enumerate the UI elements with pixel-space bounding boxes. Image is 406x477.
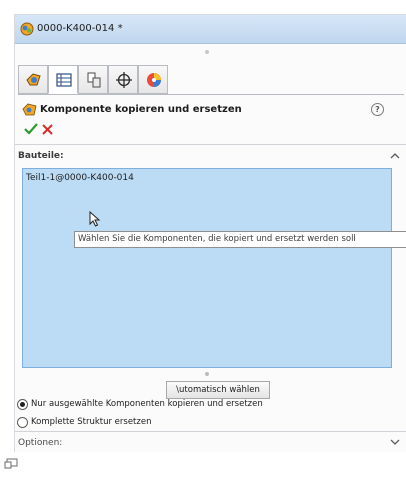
tab-dimxpert-manager[interactable] [108,65,138,94]
assembly-document-icon [20,22,34,36]
ok-checkmark-icon[interactable] [24,123,38,135]
tabs-divider [18,94,404,95]
mouse-pointer-icon [89,211,101,227]
configuration-manager-icon [87,72,101,88]
help-icon[interactable]: ? [371,103,384,116]
feature-title: Komponente kopieren und ersetzen [40,104,242,115]
screen: 0000-K400-014 * Komponente kopieren und … [0,0,406,477]
cancel-x-icon[interactable] [42,124,53,135]
tab-configuration-manager[interactable] [78,65,108,94]
dimxpert-crosshair-icon [116,72,132,88]
selection-tooltip: Wählen Sie die Komponenten, die kopiert … [74,231,406,248]
bauteile-group-header[interactable]: Bauteile: [15,146,406,168]
bauteile-selection-list[interactable]: Teil1-1@0000-K400-014 [22,168,392,368]
optionen-group-header[interactable]: Optionen: [15,433,406,455]
chevron-up-icon[interactable] [390,152,400,159]
radio-button[interactable] [17,417,28,428]
document-title: 0000-K400-014 * [37,23,123,34]
radio-button[interactable] [17,399,28,410]
panel-splitter-handle[interactable] [205,50,209,54]
panel-title-bar: 0000-K400-014 * [15,15,406,44]
list-resize-handle[interactable] [205,372,209,376]
auto-select-button[interactable]: \utomatisch wählen [166,381,270,399]
optionen-group-label: Optionen: [18,438,63,448]
tab-property-manager[interactable] [48,65,78,94]
bauteile-group-label: Bauteile: [18,151,64,161]
header-separator [15,144,406,145]
feature-manager-icon [26,73,41,86]
radio-label[interactable]: Nur ausgewählte Komponenten kopieren und… [31,399,263,409]
options-separator [15,431,406,432]
chevron-down-icon[interactable] [390,439,400,446]
list-item[interactable]: Teil1-1@0000-K400-014 [26,173,134,183]
copy-replace-component-icon [22,103,37,116]
radio-selected-dot [20,402,25,407]
display-manager-icon [147,73,161,87]
tab-feature-manager[interactable] [18,65,48,94]
property-manager-icon [56,73,72,87]
radio-label[interactable]: Komplette Struktur ersetzen [31,417,151,427]
window-corner-icon [4,458,18,469]
property-manager-panel: 0000-K400-014 * Komponente kopieren und … [14,14,406,452]
tab-display-manager[interactable] [138,65,168,94]
